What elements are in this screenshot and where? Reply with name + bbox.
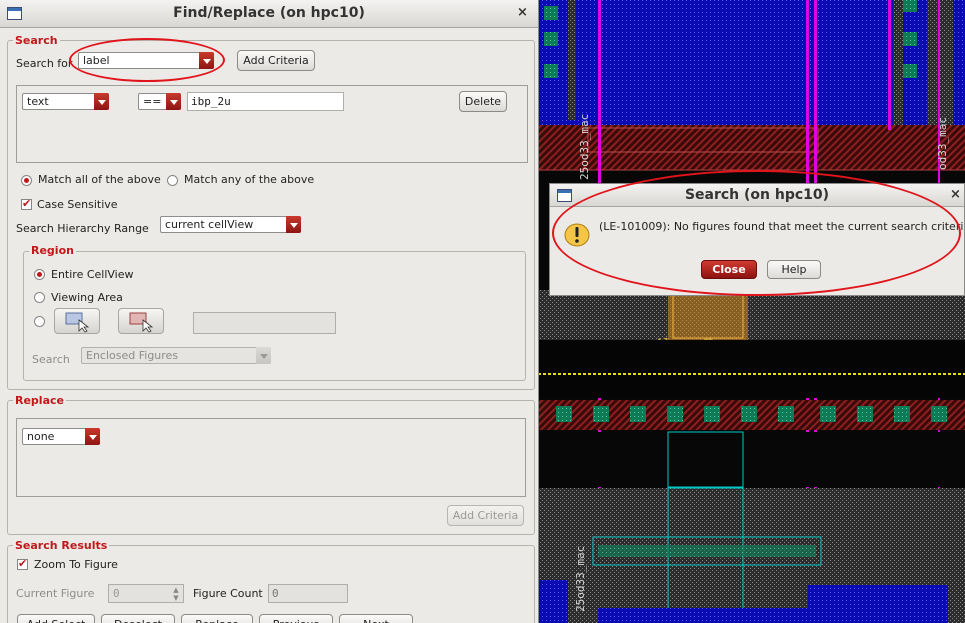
find-replace-window: Find/Replace (on hpc10) × Search Search … (0, 0, 539, 623)
case-sensitive-checkbox[interactable] (21, 197, 32, 210)
spin-down-icon[interactable]: ▼ (170, 594, 182, 602)
chevron-down-icon (94, 93, 109, 110)
region-coordinates-field[interactable] (193, 312, 336, 334)
entire-cellview-label: Entire CellView (51, 268, 134, 281)
deselect-button[interactable]: Deselect (101, 614, 175, 623)
custom-region-radio[interactable] (34, 316, 45, 327)
results-group-label: Search Results (13, 539, 110, 552)
layout-graphics: ibp_2u 25od33_mac od33_mac 25od33_mac (538, 0, 965, 623)
figure-count-field: 0 (268, 584, 348, 603)
current-figure-value: 0 (113, 587, 120, 600)
hierarchy-range-select[interactable]: current cellView (160, 216, 301, 233)
replace-add-criteria-button[interactable]: Add Criteria (447, 505, 524, 526)
entire-cellview-radio[interactable] (34, 269, 45, 280)
close-icon[interactable]: × (517, 5, 528, 20)
close-button[interactable]: Close (701, 260, 757, 279)
clear-area-icon (129, 312, 154, 333)
help-button[interactable]: Help (767, 260, 821, 279)
search-dialog: Search (on hpc10) × (LE-101009): No figu… (549, 183, 965, 296)
warning-icon (564, 223, 590, 247)
select-region-button[interactable] (54, 308, 100, 334)
criteria-attribute-select[interactable]: text (22, 93, 109, 110)
hierarchy-range-value: current cellView (165, 218, 254, 231)
case-sensitive-label: Case Sensitive (37, 198, 118, 211)
criteria-attribute-value: text (27, 95, 49, 108)
layout-canvas[interactable]: ibp_2u 25od33_mac od33_mac 25od33_mac (538, 0, 965, 623)
select-area-icon (65, 312, 90, 333)
next-button[interactable]: Next (339, 614, 413, 623)
search-for-label: Search for (16, 57, 73, 70)
region-search-value: Enclosed Figures (86, 349, 179, 362)
chevron-down-icon (286, 216, 301, 233)
delete-criteria-button[interactable]: Delete (459, 91, 507, 112)
search-for-value: label (83, 54, 110, 67)
find-replace-title: Find/Replace (on hpc10) (173, 5, 365, 21)
viewing-area-radio[interactable] (34, 292, 45, 303)
zoom-to-figure-label: Zoom To Figure (34, 558, 118, 571)
close-icon[interactable]: × (950, 187, 961, 202)
search-dialog-title: Search (on hpc10) (684, 187, 830, 203)
chevron-down-icon (166, 93, 181, 110)
spin-up-icon[interactable]: ▲ (170, 586, 182, 594)
replace-value: none (27, 430, 55, 443)
current-figure-label: Current Figure (16, 587, 95, 600)
region-group-label: Region (29, 244, 76, 257)
zoom-to-figure-checkbox[interactable] (17, 557, 28, 570)
layout-label-od33-bottom: 25od33_mac (574, 546, 587, 612)
chevron-down-icon (256, 347, 271, 364)
search-group-label: Search (13, 34, 60, 47)
match-any-radio[interactable] (167, 175, 178, 186)
replace-button[interactable]: Replace (181, 614, 253, 623)
clear-region-button[interactable] (118, 308, 164, 334)
replace-group-label: Replace (13, 394, 66, 407)
search-for-select[interactable]: label (78, 52, 214, 69)
figure-count-label: Figure Count (193, 587, 263, 600)
current-figure-spinner[interactable]: 0 ▲ ▼ (108, 584, 184, 603)
chevron-down-icon (199, 52, 214, 69)
search-dialog-titlebar[interactable]: Search (on hpc10) × (550, 184, 964, 207)
match-all-radio[interactable] (21, 175, 32, 186)
find-replace-titlebar[interactable]: Find/Replace (on hpc10) × (0, 0, 538, 28)
match-any-label: Match any of the above (184, 173, 315, 186)
layout-label-od33-right: od33_mac (936, 117, 949, 170)
add-criteria-button[interactable]: Add Criteria (237, 50, 315, 71)
viewing-area-label: Viewing Area (51, 291, 123, 304)
criteria-value-input[interactable]: ibp_2u (187, 92, 344, 111)
chevron-down-icon (85, 428, 100, 445)
search-dialog-message: (LE-101009): No figures found that meet … (599, 220, 965, 233)
criteria-operator-select[interactable]: == (138, 93, 181, 110)
match-all-label: Match all of the above (38, 173, 161, 186)
region-search-label: Search (32, 353, 70, 366)
criteria-operator-value: == (143, 95, 162, 108)
replace-select[interactable]: none (22, 428, 100, 445)
add-select-button[interactable]: Add Select (17, 614, 95, 623)
previous-button[interactable]: Previous (259, 614, 333, 623)
hierarchy-range-label: Search Hierarchy Range (16, 222, 149, 235)
layout-label-od33-left: 25od33_mac (578, 114, 591, 180)
region-search-select[interactable]: Enclosed Figures (81, 347, 271, 364)
